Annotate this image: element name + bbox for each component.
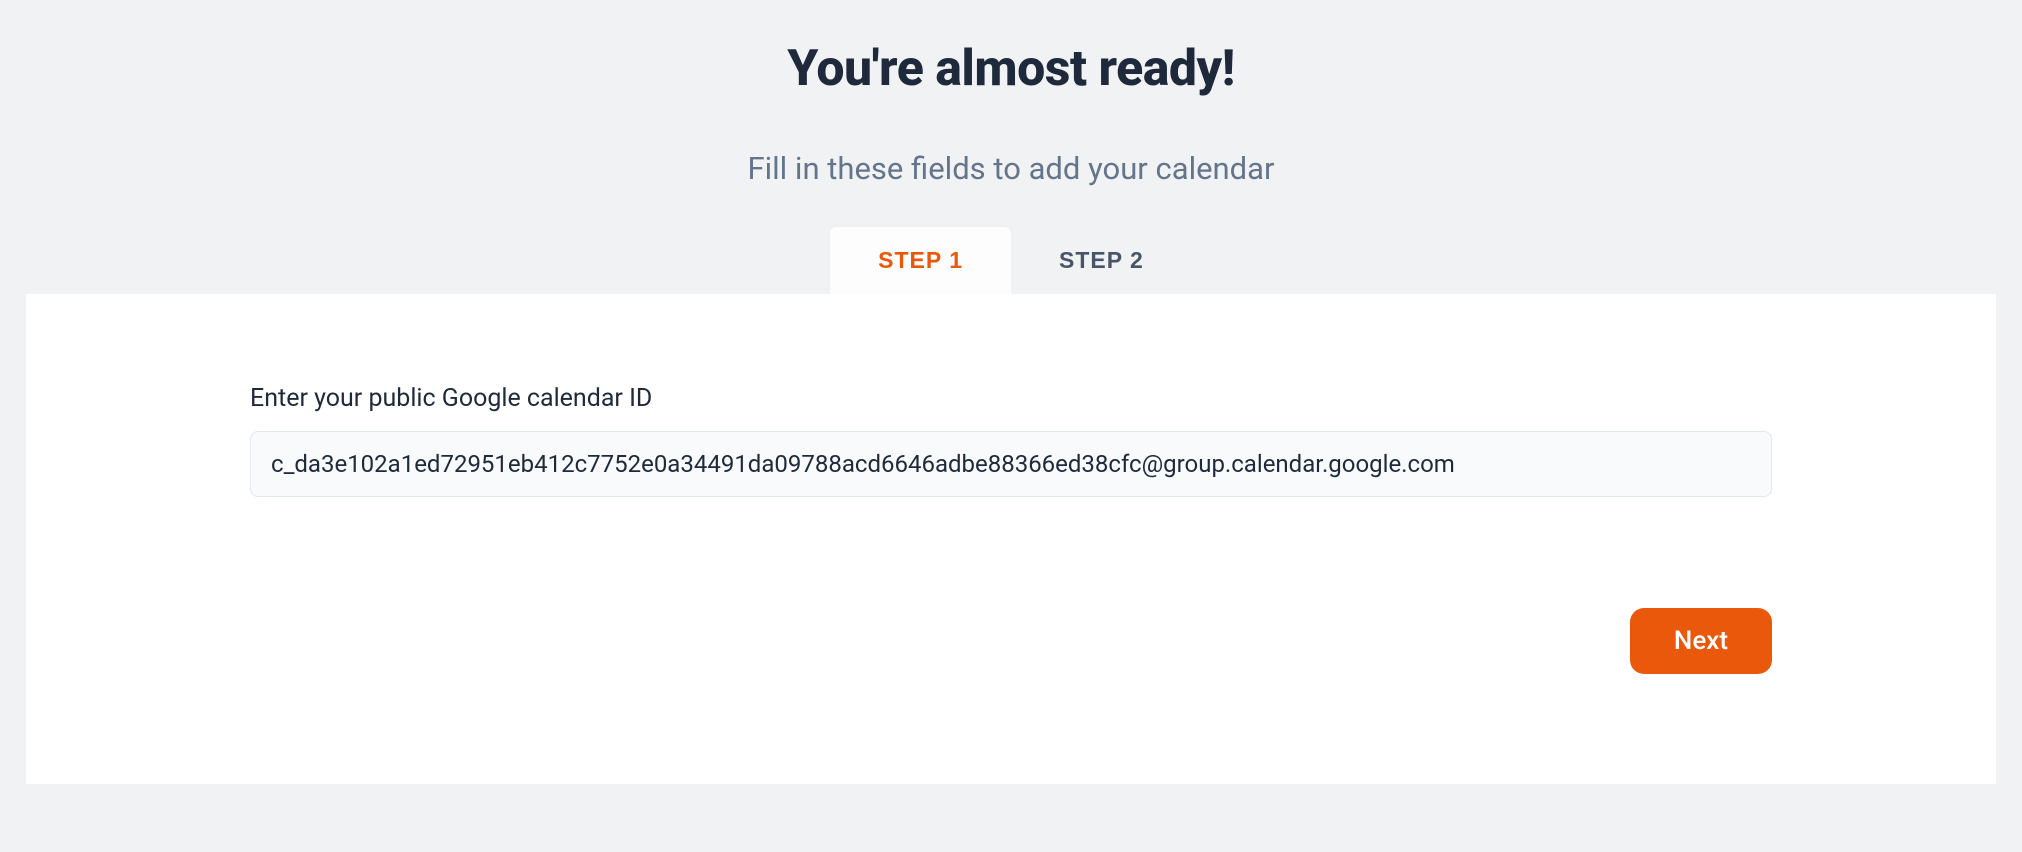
page-subtitle: Fill in these fields to add your calenda…	[0, 150, 2022, 187]
step-tabs: STEP 1 STEP 2	[0, 227, 2022, 294]
calendar-id-label: Enter your public Google calendar ID	[250, 384, 1772, 413]
page-title: You're almost ready!	[0, 40, 2022, 98]
tab-step-1[interactable]: STEP 1	[830, 227, 1011, 294]
form-card: Enter your public Google calendar ID Nex…	[26, 294, 1996, 784]
tab-step-2[interactable]: STEP 2	[1011, 227, 1192, 294]
calendar-id-input[interactable]	[250, 431, 1772, 497]
next-button[interactable]: Next	[1630, 608, 1772, 674]
